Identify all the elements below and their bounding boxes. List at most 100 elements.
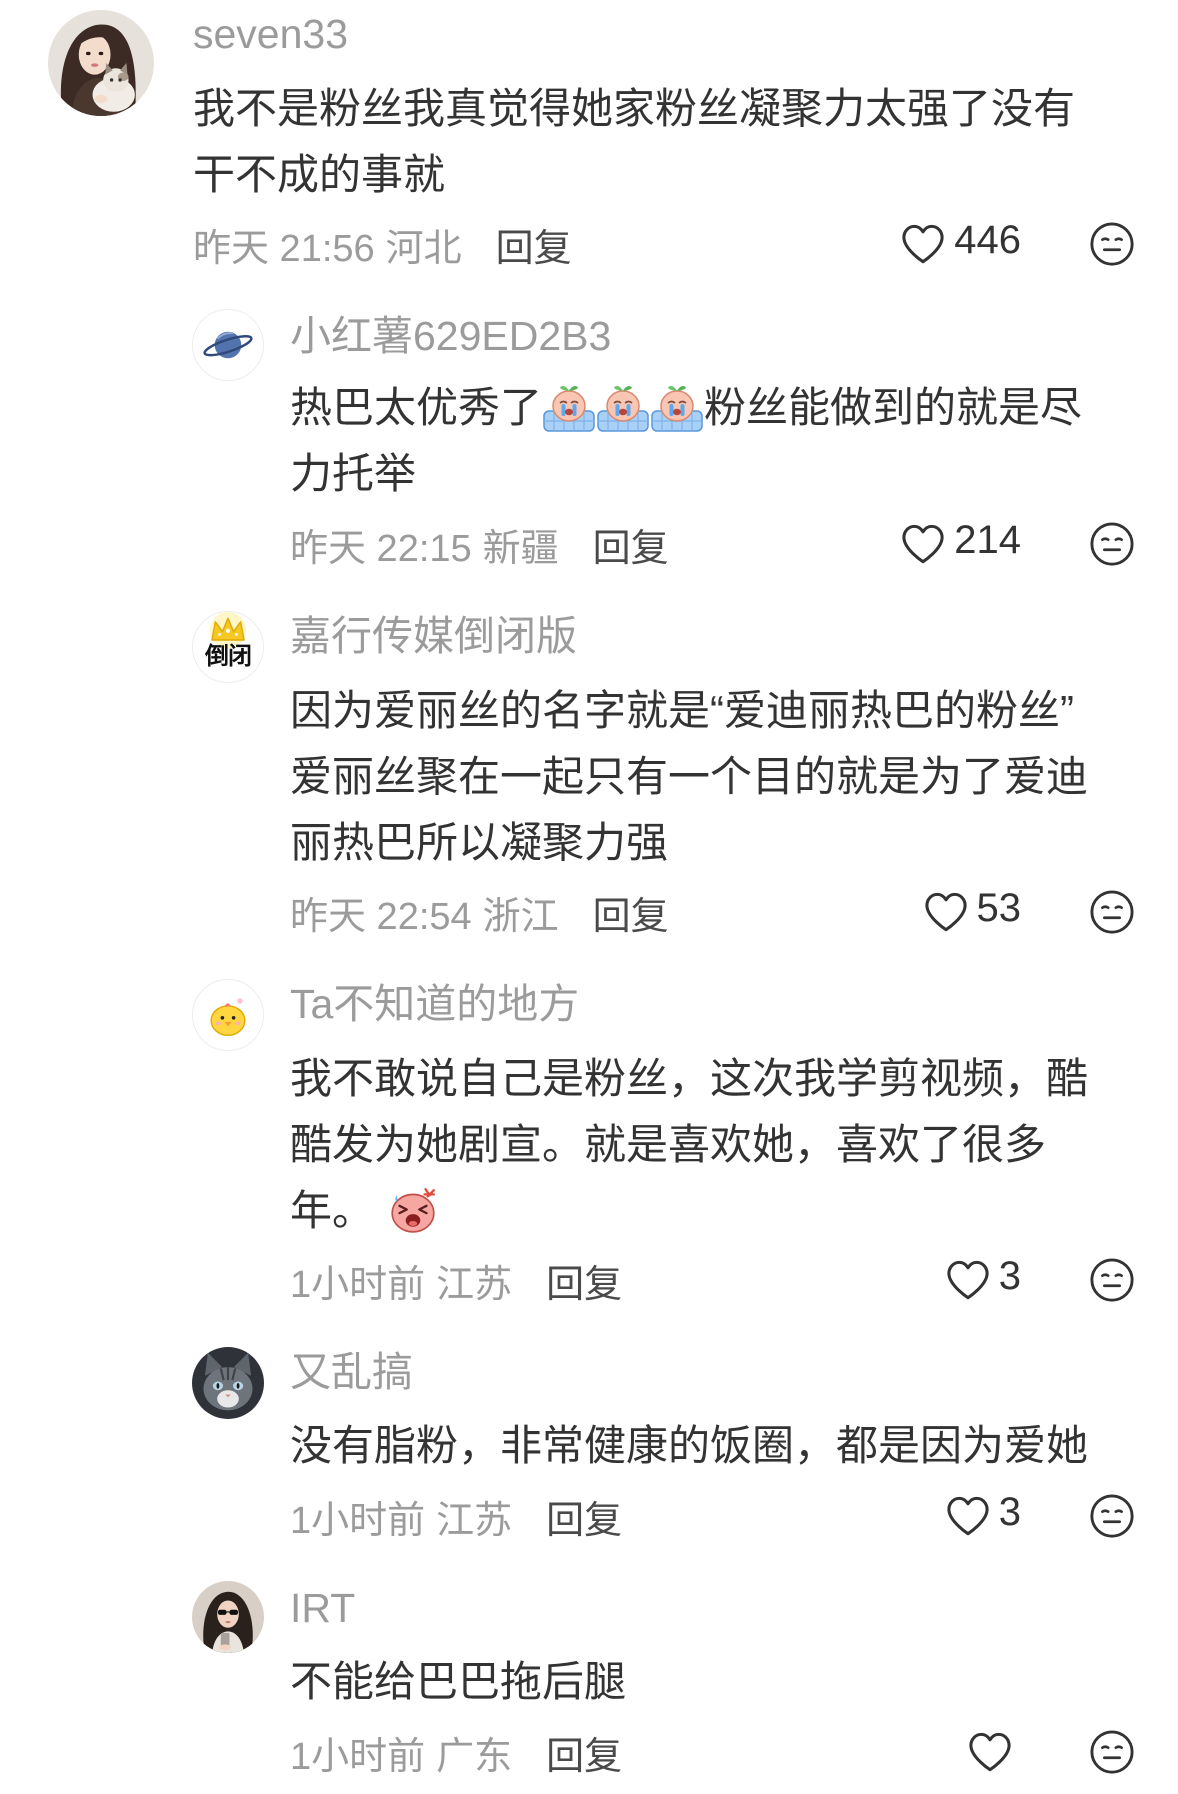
text-segment: 丽热巴所以凝聚力强	[290, 819, 669, 866]
like-count: 3	[998, 1489, 1021, 1534]
comment-text[interactable]: 热巴太优秀了 粉丝能做到的就是尽 力托举	[290, 375, 1082, 507]
text-line: 酷发为她剧宣。就是喜欢她，喜欢了很多	[290, 1112, 1088, 1178]
timestamp: 1小时前	[290, 1499, 426, 1542]
like-count: 53	[976, 885, 1022, 930]
reply-button[interactable]: 回复	[593, 885, 669, 940]
heart-outline-icon[interactable]	[967, 1731, 1013, 1773]
text-segment: 干不成的事就	[193, 151, 446, 198]
text-segment: 热巴太优秀了	[290, 384, 543, 431]
reply-button[interactable]: 回复	[546, 1725, 622, 1780]
like-button[interactable]: 3	[945, 1253, 1021, 1305]
comment-meta: 昨天 21:56 河北 回复	[193, 217, 572, 272]
reply-button[interactable]: 回复	[546, 1489, 622, 1544]
location: 河北	[385, 227, 462, 270]
woman-avatar-icon	[192, 1581, 264, 1653]
planet-avatar-icon	[193, 310, 263, 380]
location: 江苏	[436, 1263, 513, 1306]
text-line: 爱丽丝聚在一起只有一个目的就是为了爱迪	[290, 744, 1088, 810]
emoji-face-icon[interactable]	[1089, 1729, 1135, 1775]
like-button[interactable]: 214	[900, 517, 1021, 569]
timestamp: 1小时前	[290, 1263, 426, 1306]
comment-meta: 1小时前 江苏 回复	[290, 1489, 622, 1544]
heart-outline-icon[interactable]	[923, 891, 969, 933]
woman-with-cat-avatar-icon	[48, 10, 154, 116]
comment-meta: 昨天 22:15 新疆 回复	[290, 517, 669, 572]
location: 江苏	[436, 1499, 513, 1542]
text-segment: 我不是粉丝我真觉得她家粉丝凝聚力太强了没有	[193, 85, 1076, 132]
location: 浙江	[482, 895, 559, 938]
like-count: 214	[954, 517, 1021, 562]
heart-outline-icon[interactable]	[945, 1495, 991, 1537]
text-segment: 酷发为她剧宣。就是喜欢她，喜欢了很多	[290, 1121, 1047, 1168]
crying-sticker-icon	[542, 381, 596, 433]
reply-button[interactable]: 回复	[593, 517, 669, 572]
text-segment: 粉丝能做到的就是尽	[704, 384, 1083, 431]
emoji-face-icon[interactable]	[1089, 1493, 1135, 1539]
text-segment: 爱丽丝聚在一起只有一个目的就是为了爱迪	[290, 753, 1089, 800]
comment-text[interactable]: 因为爱丽丝的名字就是“爱迪丽热巴的粉丝” 爱丽丝聚在一起只有一个目的就是为了爱迪…	[290, 678, 1088, 876]
cat-avatar-icon	[192, 1347, 264, 1419]
location: 广东	[436, 1735, 513, 1778]
user-avatar[interactable]	[192, 979, 264, 1051]
text-line: 因为爱丽丝的名字就是“爱迪丽热巴的粉丝”	[290, 678, 1088, 744]
timestamp: 昨天 22:54	[290, 895, 472, 938]
username[interactable]: 又乱搞	[290, 1347, 413, 1397]
emoji-face-icon[interactable]	[1089, 889, 1135, 935]
text-line: 力托举	[290, 441, 1082, 507]
text-line: 年。	[290, 1178, 1088, 1244]
like-button[interactable]: 446	[900, 217, 1021, 269]
timestamp: 昨天 21:56	[193, 227, 375, 270]
reply-button[interactable]: 回复	[546, 1253, 622, 1308]
username[interactable]: 小红薯629ED2B3	[290, 311, 611, 361]
text-line: 丽热巴所以凝聚力强	[290, 810, 1088, 876]
text-segment: 不能给巴巴拖后腿	[290, 1658, 627, 1705]
heart-outline-icon[interactable]	[900, 523, 946, 565]
user-avatar[interactable]: 倒闭	[192, 611, 264, 683]
like-count: 3	[998, 1253, 1021, 1298]
heart-outline-icon[interactable]	[900, 223, 946, 265]
text-line: 没有脂粉，非常健康的饭圈，都是因为爱她	[290, 1413, 1088, 1479]
comment-text[interactable]: 没有脂粉，非常健康的饭圈，都是因为爱她	[290, 1413, 1088, 1479]
comment-text[interactable]: 我不是粉丝我真觉得她家粉丝凝聚力太强了没有 干不成的事就	[193, 76, 1075, 208]
crying-sticker-icon	[650, 381, 704, 433]
username[interactable]: seven33	[193, 9, 348, 59]
text-line: 我不是粉丝我真觉得她家粉丝凝聚力太强了没有	[193, 76, 1075, 142]
like-count: 446	[954, 217, 1021, 262]
username[interactable]: 嘉行传媒倒闭版	[290, 611, 577, 661]
user-avatar[interactable]	[192, 309, 264, 381]
like-button[interactable]	[967, 1727, 1021, 1777]
avatar-label: 倒闭	[205, 643, 252, 670]
text-line: 干不成的事就	[193, 142, 1075, 208]
comment-text[interactable]: 不能给巴巴拖后腿	[290, 1649, 626, 1715]
like-button[interactable]: 3	[945, 1489, 1021, 1541]
comment-meta: 1小时前 广东 回复	[290, 1725, 622, 1780]
text-segment: 没有脂粉，非常健康的饭圈，都是因为爱她	[290, 1422, 1089, 1469]
reply-button[interactable]: 回复	[496, 217, 572, 272]
timestamp: 昨天 22:15	[290, 527, 472, 570]
emoji-face-icon[interactable]	[1089, 221, 1135, 267]
comment-meta: 昨天 22:54 浙江 回复	[290, 885, 669, 940]
user-avatar[interactable]	[192, 1581, 264, 1653]
comment-meta: 1小时前 江苏 回复	[290, 1253, 622, 1308]
user-avatar[interactable]	[192, 1347, 264, 1419]
text-segment: 因为爱丽丝的名字就是“爱迪丽热巴的粉丝”	[290, 687, 1074, 734]
emoji-face-icon[interactable]	[1089, 1257, 1135, 1303]
angry-sticker-icon	[388, 1185, 438, 1235]
crying-sticker-icon	[596, 381, 650, 433]
like-button[interactable]: 53	[923, 885, 1022, 937]
emoji-face-icon[interactable]	[1089, 521, 1135, 567]
text-segment: 力托举	[290, 450, 417, 497]
text-line: 不能给巴巴拖后腿	[290, 1649, 626, 1715]
text-line: 热巴太优秀了 粉丝能做到的就是尽	[290, 375, 1082, 441]
location: 新疆	[482, 527, 559, 570]
user-avatar[interactable]	[48, 10, 154, 116]
username[interactable]: Ta不知道的地方	[290, 979, 579, 1029]
yellow-chick-avatar-icon	[193, 980, 263, 1050]
heart-outline-icon[interactable]	[945, 1259, 991, 1301]
text-segment: 年。	[290, 1187, 375, 1234]
text-line: 我不敢说自己是粉丝，这次我学剪视频，酷	[290, 1046, 1088, 1112]
username[interactable]: IRT	[290, 1583, 355, 1633]
text-segment: 我不敢说自己是粉丝，这次我学剪视频，酷	[290, 1055, 1089, 1102]
timestamp: 1小时前	[290, 1735, 426, 1778]
comment-text[interactable]: 我不敢说自己是粉丝，这次我学剪视频，酷 酷发为她剧宣。就是喜欢她，喜欢了很多 年…	[290, 1046, 1088, 1244]
